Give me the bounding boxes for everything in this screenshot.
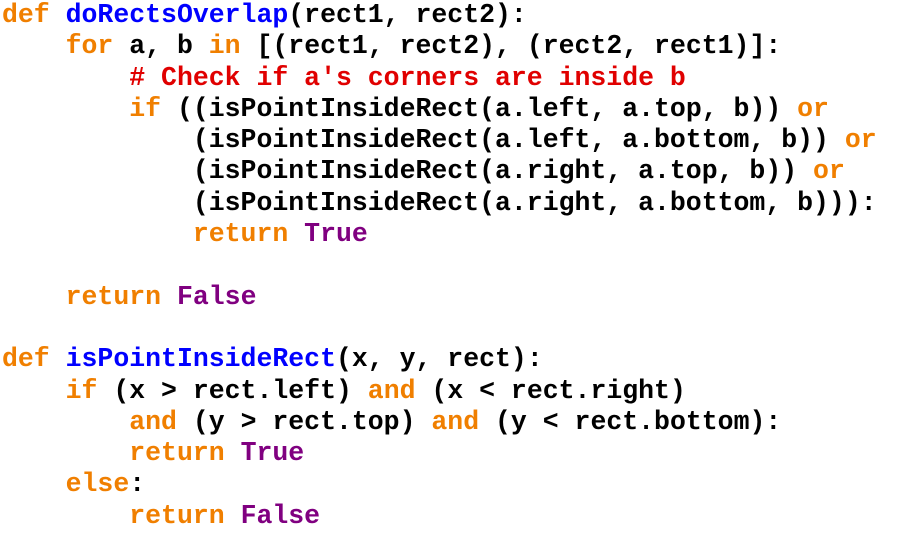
keyword-token: return (65, 281, 162, 312)
code-line: else: (2, 469, 877, 500)
keyword-token: return (129, 438, 225, 469)
keyword-token: and (431, 406, 480, 437)
code-text-token: ((isPointInsideRect(a.left, a.top, b)) (161, 93, 798, 124)
keyword-token: or (797, 93, 829, 124)
code-line: return True (2, 219, 877, 250)
constant-token: False (176, 281, 257, 312)
code-text-token: (isPointInsideRect(a.right, a.bottom, b)… (2, 187, 877, 218)
comment-token: # Check if a's corners are inside b (129, 62, 686, 93)
keyword-token: return (129, 500, 225, 531)
keyword-token: and (129, 406, 177, 437)
code-line: (isPointInsideRect(a.left, a.bottom, b))… (2, 125, 877, 156)
code-text-token: a, b (113, 31, 209, 62)
code-block: def doRectsOverlap(rect1, rect2): for a,… (2, 0, 877, 532)
keyword-token: for (65, 31, 114, 62)
code-text-token: (x < rect.right) (415, 375, 686, 406)
constant-token: True (240, 438, 305, 469)
constant-token: True (304, 219, 368, 250)
code-line: def isPointInsideRect(x, y, rect): (2, 344, 877, 375)
keyword-token: def (2, 344, 50, 375)
code-text-token: (isPointInsideRect(a.left, a.bottom, b)) (2, 125, 845, 156)
function-name-token: doRectsOverlap (65, 0, 289, 30)
keyword-token: if (129, 93, 162, 124)
code-text-token: (x, y, rect): (335, 344, 543, 375)
code-text-token: (y > rect.top) (176, 406, 432, 437)
code-line: for a, b in [(rect1, rect2), (rect2, rec… (2, 31, 877, 62)
code-text-token: (rect1, rect2): (288, 0, 527, 30)
keyword-token: def (2, 0, 50, 30)
keyword-token: and (367, 375, 416, 406)
code-text-token: [(rect1, rect2), (rect2, rect1)]: (240, 31, 782, 62)
code-line: if (x > rect.left) and (x < rect.right) (2, 376, 877, 407)
keyword-token: or (813, 156, 845, 187)
code-line: return False (2, 501, 877, 532)
keyword-token: in (208, 31, 241, 62)
keyword-token: or (844, 125, 877, 156)
code-line: and (y > rect.top) and (y < rect.bottom)… (2, 407, 877, 438)
code-text-token: (isPointInsideRect(a.right, a.top, b)) (2, 156, 814, 187)
code-line: if ((isPointInsideRect(a.left, a.top, b)… (2, 94, 877, 125)
keyword-token: else (65, 469, 130, 500)
code-line: # Check if a's corners are inside b (2, 63, 877, 94)
code-text-token: : (129, 469, 146, 500)
code-line: (isPointInsideRect(a.right, a.top, b)) o… (2, 156, 877, 187)
constant-token: False (240, 500, 321, 531)
function-name-token: isPointInsideRect (65, 344, 336, 375)
keyword-token: if (65, 375, 98, 406)
code-line: (isPointInsideRect(a.right, a.bottom, b)… (2, 188, 877, 219)
keyword-token: return (192, 219, 289, 250)
code-text-token: (y < rect.bottom): (479, 406, 782, 437)
code-line: return True (2, 438, 877, 469)
code-line: def doRectsOverlap(rect1, rect2): (2, 0, 877, 31)
code-line: return False (2, 282, 877, 313)
code-text-token: (x > rect.left) (97, 375, 368, 406)
